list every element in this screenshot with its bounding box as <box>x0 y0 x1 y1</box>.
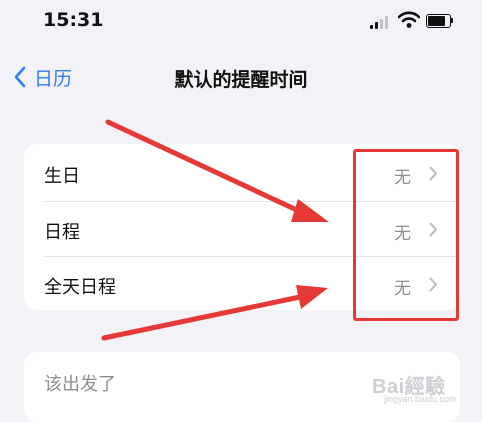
status-bar: 15:31 <box>0 0 482 46</box>
cellular-signal-icon <box>370 15 392 29</box>
row-label: 生日 <box>44 166 80 187</box>
row-label: 全天日程 <box>44 277 116 298</box>
status-time: 15:31 <box>43 9 104 31</box>
navigation-bar: 日历 默认的提醒时间 <box>0 55 482 99</box>
wifi-icon <box>398 11 420 28</box>
watermark-logo: Bai經驗 jingyan.baidu.com <box>372 366 472 404</box>
annotation-highlight-box <box>353 149 459 321</box>
watermark-subtext: jingyan.baidu.com <box>384 394 457 404</box>
row-label: 日程 <box>44 222 80 243</box>
row-label: 该出发了 <box>44 374 116 395</box>
page-title: 默认的提醒时间 <box>174 69 308 91</box>
battery-icon <box>426 14 453 28</box>
